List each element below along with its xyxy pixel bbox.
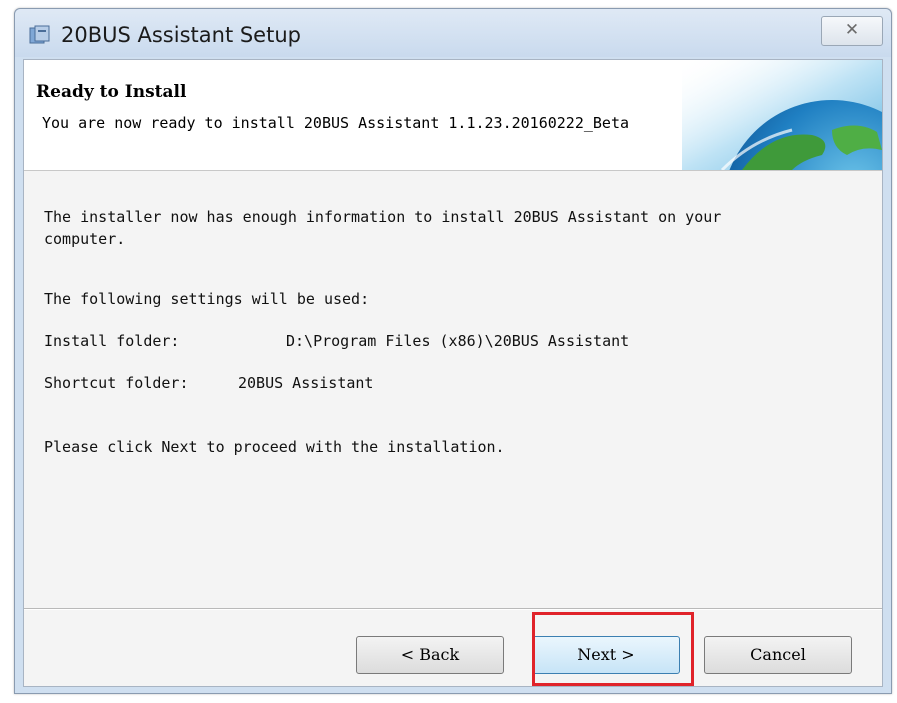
window-title: 20BUS Assistant Setup bbox=[61, 23, 301, 47]
shortcut-folder-label: Shortcut folder: bbox=[44, 374, 189, 392]
install-folder-label: Install folder: bbox=[44, 332, 180, 350]
footer-divider bbox=[24, 608, 882, 610]
cancel-button[interactable]: Cancel bbox=[704, 636, 852, 674]
setup-window: 20BUS Assistant Setup ✕ Ready to Install… bbox=[14, 8, 892, 694]
page-title: Ready to Install bbox=[36, 82, 187, 102]
installer-app-icon bbox=[29, 25, 50, 44]
intro-text-line1: The installer now has enough information… bbox=[44, 208, 722, 226]
globe-banner-icon bbox=[682, 60, 882, 170]
title-bar[interactable]: 20BUS Assistant Setup ✕ bbox=[15, 9, 891, 57]
proceed-instruction: Please click Next to proceed with the in… bbox=[44, 438, 505, 456]
install-folder-value: D:\Program Files (x86)\20BUS Assistant bbox=[286, 332, 630, 350]
wizard-client-area: Ready to Install You are now ready to in… bbox=[23, 59, 883, 687]
settings-heading: The following settings will be used: bbox=[44, 290, 370, 308]
close-icon[interactable]: ✕ bbox=[821, 16, 883, 46]
shortcut-folder-value: 20BUS Assistant bbox=[238, 374, 374, 392]
wizard-header: Ready to Install You are now ready to in… bbox=[24, 60, 882, 171]
intro-text-line2: computer. bbox=[44, 230, 126, 248]
next-button-highlight bbox=[532, 612, 694, 686]
page-subtitle: You are now ready to install 20BUS Assis… bbox=[42, 114, 629, 132]
back-button[interactable]: < Back bbox=[356, 636, 504, 674]
